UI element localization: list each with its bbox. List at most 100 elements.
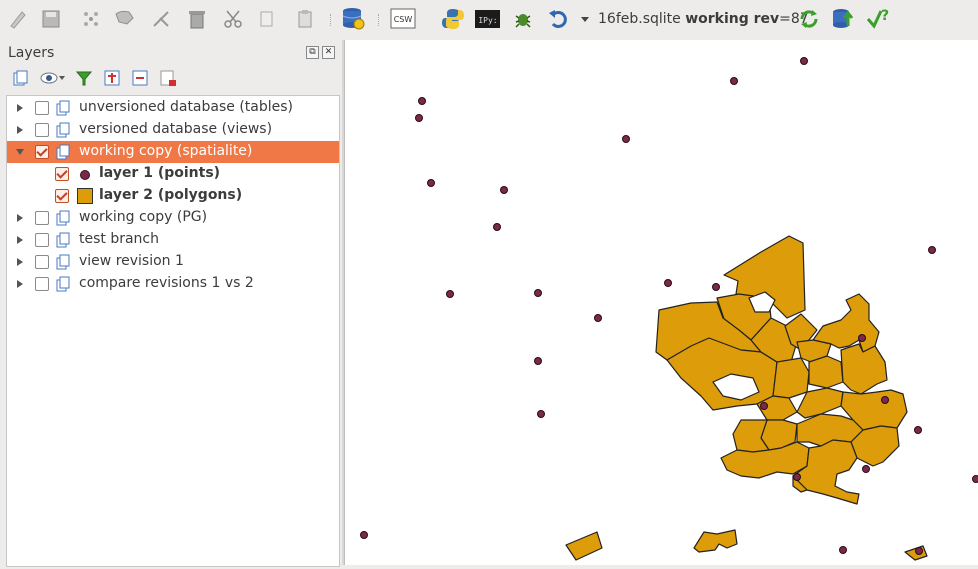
layer-group-view-revision-1[interactable]: view revision 1	[7, 251, 339, 273]
float-panel-button[interactable]: ⧉	[306, 46, 319, 59]
point-feature	[494, 224, 501, 231]
point-feature	[731, 78, 738, 85]
group-icon	[55, 100, 71, 116]
layer-label: working copy (spatialite)	[79, 143, 252, 159]
expand-arrow-icon[interactable]	[17, 236, 23, 244]
expand-arrow-icon[interactable]	[17, 214, 23, 222]
polygon-feature	[566, 532, 602, 560]
csw-icon[interactable]: CSW	[390, 6, 416, 32]
layer-label: compare revisions 1 vs 2	[79, 275, 254, 291]
point-feature	[761, 403, 768, 410]
layer-label: versioned database (views)	[79, 121, 272, 137]
chevron-down-icon[interactable]	[578, 6, 592, 32]
layer-checkbox[interactable]	[35, 277, 49, 291]
layer-label: unversioned database (tables)	[79, 99, 293, 115]
point-feature	[416, 115, 423, 122]
polygon-feature	[841, 344, 887, 394]
undo-icon[interactable]	[546, 6, 572, 32]
point-feature	[859, 335, 866, 342]
cut-icon[interactable]	[220, 6, 246, 32]
layer-group-compare-revisions[interactable]: compare revisions 1 vs 2	[7, 273, 339, 295]
point-feature	[595, 315, 602, 322]
layer-label: layer 1 (points)	[99, 165, 220, 181]
expand-arrow-icon[interactable]	[17, 258, 23, 266]
panel-title: Layers	[8, 45, 54, 61]
layer-checkbox[interactable]	[35, 233, 49, 247]
map-svg[interactable]	[345, 40, 978, 565]
commit-icon[interactable]	[830, 6, 856, 32]
working-copy-revision-label: 16feb.sqlite working rev=87	[598, 11, 809, 27]
point-feature	[538, 411, 545, 418]
expand-arrow-icon[interactable]	[17, 104, 23, 112]
layer-checkbox[interactable]	[35, 123, 49, 137]
layer-group-working-copy-pg[interactable]: working copy (PG)	[7, 207, 339, 229]
copy-icon[interactable]	[254, 6, 280, 32]
layer-group-unversioned-database[interactable]: unversioned database (tables)	[7, 97, 339, 119]
layer-checkbox[interactable]	[35, 255, 49, 269]
point-feature	[361, 532, 368, 539]
database-icon[interactable]	[340, 6, 366, 32]
layer-group-test-branch[interactable]: test branch	[7, 229, 339, 251]
point-feature	[916, 548, 923, 555]
save-layer-icon[interactable]	[38, 6, 64, 32]
layer-checkbox[interactable]	[35, 101, 49, 115]
point-feature	[535, 290, 542, 297]
svg-text:CSW: CSW	[394, 15, 413, 24]
point-feature	[863, 466, 870, 473]
main-toolbar: CSW IPy: 16feb.sqlite working rev=87 ?	[0, 0, 978, 40]
point-feature	[973, 476, 978, 483]
layer-checkbox[interactable]	[55, 167, 69, 181]
close-panel-button[interactable]: ✕	[322, 46, 335, 59]
python-icon[interactable]	[440, 6, 466, 32]
polygon-feature	[809, 356, 843, 388]
visibility-eye-icon[interactable]	[40, 68, 66, 88]
group-icon	[55, 232, 71, 248]
layer-points[interactable]: layer 1 (points)	[7, 163, 339, 185]
refresh-icon[interactable]	[796, 6, 822, 32]
group-icon	[55, 144, 71, 160]
point-feature	[447, 291, 454, 298]
node-tool-icon[interactable]	[148, 6, 174, 32]
point-feature	[915, 427, 922, 434]
map-canvas[interactable]	[344, 40, 978, 565]
layer-label: working copy (PG)	[79, 209, 207, 225]
point-layer	[361, 58, 978, 555]
layer-tree: unversioned database (tables) versioned …	[6, 95, 340, 567]
point-feature	[794, 474, 801, 481]
polygon-layer	[566, 236, 927, 560]
layer-checkbox[interactable]	[35, 211, 49, 225]
group-icon	[55, 122, 71, 138]
check-question-icon[interactable]: ?	[866, 6, 892, 32]
remove-layer-icon[interactable]	[158, 68, 178, 88]
point-feature	[623, 136, 630, 143]
group-icon	[55, 210, 71, 226]
ipython-console-icon[interactable]: IPy:	[474, 6, 500, 32]
pencil-icon[interactable]	[4, 6, 30, 32]
toolbar-separator	[378, 14, 381, 26]
layer-checkbox[interactable]	[35, 145, 49, 159]
layer-label: view revision 1	[79, 253, 184, 269]
paste-icon[interactable]	[292, 6, 318, 32]
expand-all-icon[interactable]	[102, 68, 122, 88]
expand-arrow-icon[interactable]	[17, 126, 23, 134]
toolbar-separator	[330, 14, 333, 26]
layer-checkbox[interactable]	[55, 189, 69, 203]
polygon-symbol-icon	[77, 188, 93, 204]
layer-polygons[interactable]: layer 2 (polygons)	[7, 185, 339, 207]
bug-icon[interactable]	[510, 6, 536, 32]
move-feature-icon[interactable]	[112, 6, 138, 32]
svg-text:IPy:: IPy:	[478, 16, 497, 25]
layer-group-working-copy-spatialite[interactable]: working copy (spatialite)	[7, 141, 339, 163]
delete-icon[interactable]	[184, 6, 210, 32]
filter-icon[interactable]	[74, 68, 94, 88]
expand-arrow-icon[interactable]	[17, 280, 23, 288]
add-group-icon[interactable]	[10, 68, 30, 88]
collapse-arrow-icon[interactable]	[16, 149, 24, 155]
point-feature	[535, 358, 542, 365]
layer-group-versioned-database[interactable]: versioned database (views)	[7, 119, 339, 141]
add-feature-icon[interactable]	[78, 6, 104, 32]
collapse-all-icon[interactable]	[130, 68, 150, 88]
layer-label: test branch	[79, 231, 159, 247]
point-feature	[840, 547, 847, 554]
layers-panel: Layers ⧉ ✕ unversioned database (tables)…	[0, 40, 342, 565]
